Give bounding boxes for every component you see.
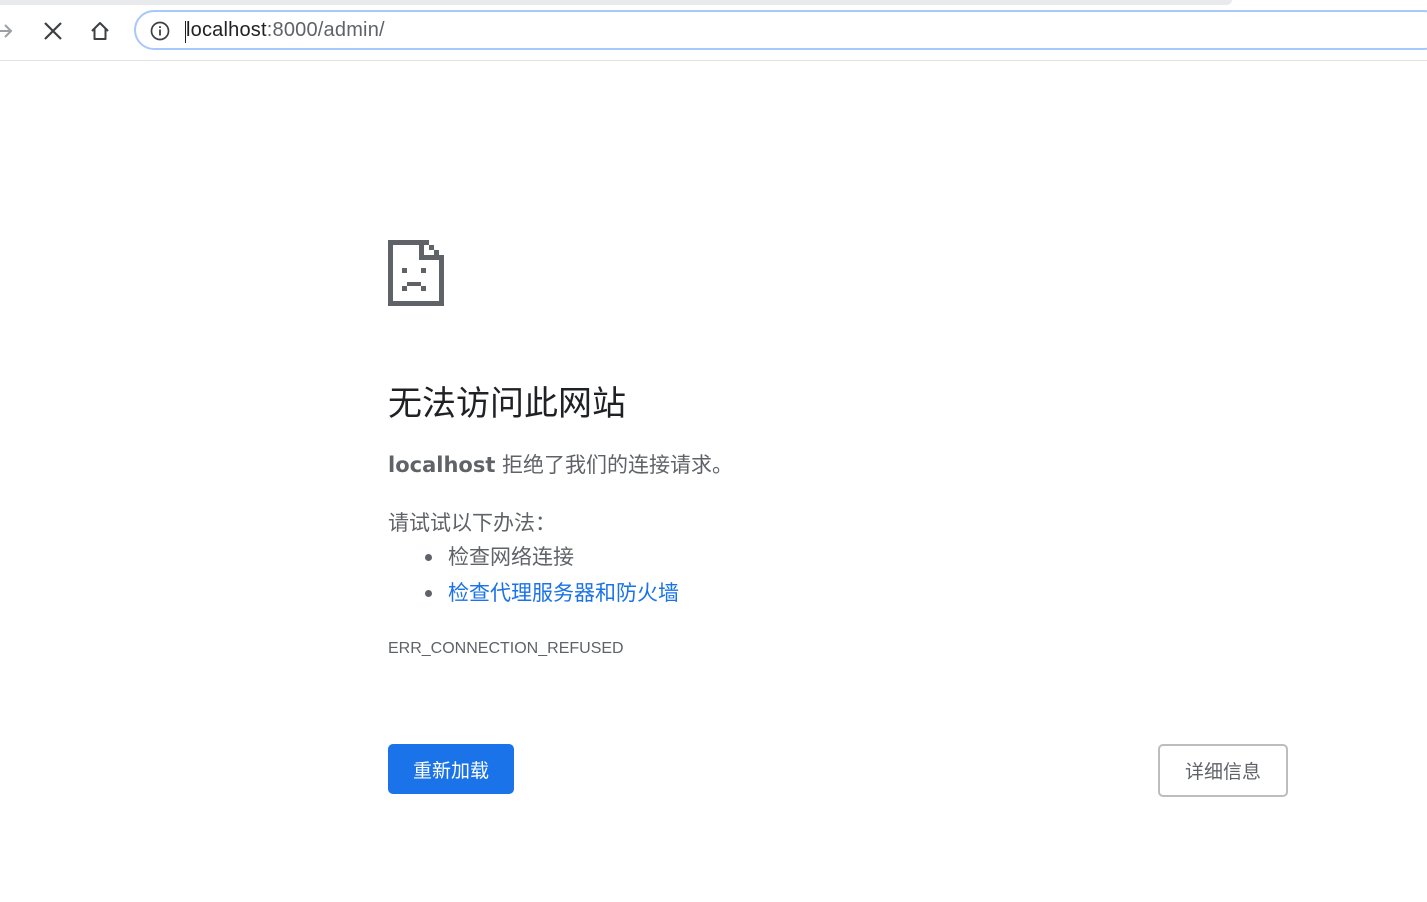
error-summary: localhost 拒绝了我们的连接请求。 <box>388 449 733 479</box>
summary-text: 拒绝了我们的连接请求。 <box>495 453 734 477</box>
details-button[interactable]: 详细信息 <box>1158 744 1288 797</box>
error-heading: 无法访问此网站 <box>388 384 626 424</box>
bullet-icon <box>425 554 432 561</box>
suggestion-check-proxy-link[interactable]: 检查代理服务器和防火墙 <box>448 581 679 605</box>
summary-host: localhost <box>388 453 496 477</box>
bullet-icon <box>425 590 432 597</box>
browser-toolbar: localhost:8000/admin/ <box>0 0 1427 61</box>
home-icon <box>91 22 109 40</box>
reload-button[interactable]: 重新加载 <box>388 744 514 794</box>
stop-loading-button[interactable] <box>38 16 68 46</box>
tab-strip <box>0 0 1232 5</box>
url-text[interactable]: localhost:8000/admin/ <box>186 19 385 42</box>
list-item: 检查代理服务器和防火墙 <box>388 576 679 612</box>
close-icon <box>44 22 62 40</box>
suggestions-intro: 请试试以下办法： <box>388 511 556 535</box>
suggestions-list: 检查网络连接 检查代理服务器和防火墙 <box>388 540 679 612</box>
info-circle-icon[interactable] <box>150 21 170 41</box>
address-bar[interactable]: localhost:8000/admin/ <box>134 10 1427 50</box>
forward-button[interactable] <box>0 16 20 46</box>
arrow-forward-icon <box>0 24 13 38</box>
home-button[interactable] <box>85 16 115 46</box>
suggestion-check-network: 检查网络连接 <box>448 545 574 569</box>
error-code: ERR_CONNECTION_REFUSED <box>388 640 624 657</box>
url-host: localhost <box>186 19 267 41</box>
list-item: 检查网络连接 <box>388 540 679 576</box>
sad-document-icon <box>388 240 444 306</box>
url-path: :8000/admin/ <box>266 19 385 41</box>
